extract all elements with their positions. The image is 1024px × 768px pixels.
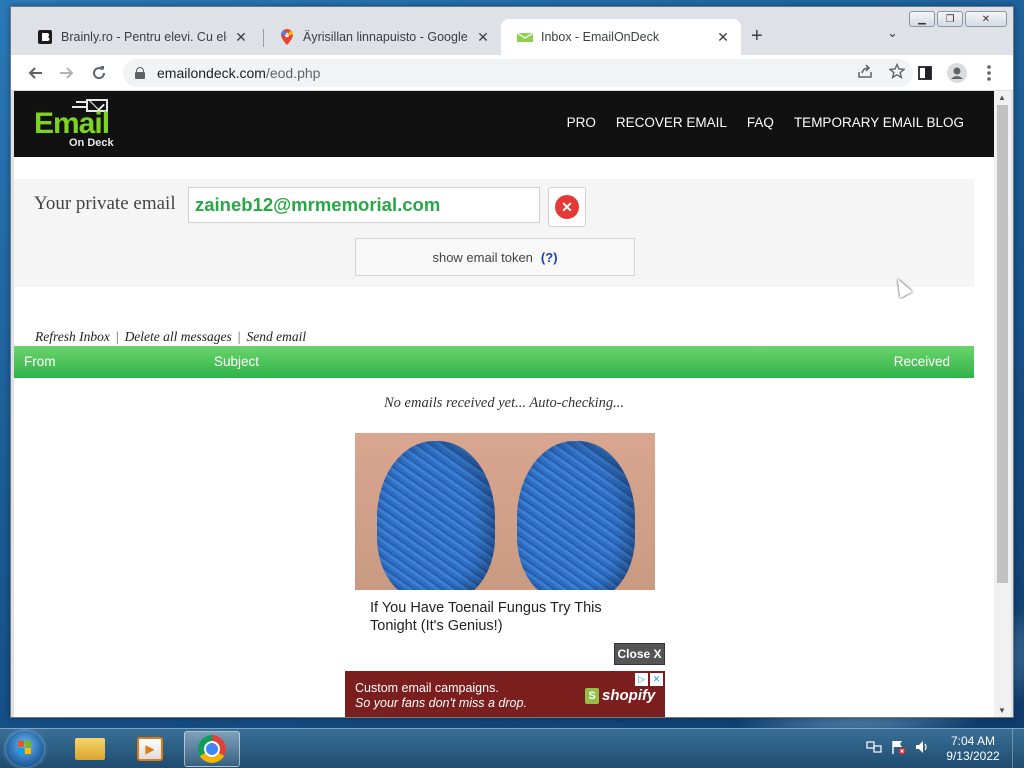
logo-email-text: Email [34, 107, 110, 140]
adchoices: ▷ ✕ [635, 673, 663, 686]
taskbar: ▶ 7:04 AM 9/13/2022 [0, 728, 1024, 768]
tab-google-maps[interactable]: Äyrisillan linnapuisto - Google Ma ✕ [263, 19, 501, 55]
logo-ondeck-text: On Deck [69, 137, 114, 149]
scroll-up-arrow-icon[interactable]: ▲ [998, 93, 1006, 102]
chrome-icon [198, 735, 226, 763]
url-host: emailondeck.com [157, 65, 266, 81]
taskbar-media-player[interactable]: ▶ [122, 731, 178, 767]
network-icon[interactable] [866, 739, 882, 758]
lock-icon [135, 67, 145, 79]
refresh-inbox-link[interactable]: Refresh Inbox [35, 329, 110, 345]
address-bar-actions [857, 62, 906, 83]
close-tab-icon[interactable]: ✕ [715, 29, 731, 45]
ad-image[interactable] [355, 433, 655, 590]
show-token-label: show email token [432, 249, 533, 265]
clock-time: 7:04 AM [950, 734, 996, 748]
side-panel-icon[interactable] [915, 63, 935, 83]
action-center-flag-icon[interactable] [890, 739, 906, 758]
adchoices-icon[interactable]: ▷ [635, 673, 648, 686]
close-circle-icon: ✕ [555, 195, 579, 219]
shopify-bag-icon: S [585, 687, 599, 704]
advertisement[interactable]: If You Have Toenail Fungus Try This Toni… [355, 433, 655, 663]
menu-kebab-icon[interactable] [979, 63, 999, 83]
site-nav: PRO RECOVER EMAIL FAQ TEMPORARY EMAIL BL… [567, 115, 964, 130]
google-maps-icon [279, 29, 295, 45]
taskbar-chrome[interactable] [184, 731, 240, 767]
banner-line-2: So your fans don't miss a drop. [355, 696, 527, 710]
media-player-icon: ▶ [137, 737, 163, 761]
back-arrow-icon[interactable] [25, 63, 45, 83]
send-email-link[interactable]: Send email [247, 329, 307, 345]
start-button[interactable] [6, 731, 44, 767]
site-header: Email On Deck PRO RECOVER EMAIL FAQ TEMP… [14, 91, 994, 157]
address-bar[interactable]: emailondeck.com/eod.php [123, 59, 913, 87]
nav-link-recover-email[interactable]: RECOVER EMAIL [616, 115, 727, 130]
show-token-button[interactable]: show email token (?) [355, 238, 635, 276]
banner-text: Custom email campaigns. So your fans don… [355, 681, 527, 711]
emailondeck-icon [517, 29, 533, 45]
page-viewport: Email On Deck PRO RECOVER EMAIL FAQ TEMP… [14, 91, 994, 717]
browser-window: Brainly.ro - Pentru elevi. Cu elevi. ✕ Ä… [10, 6, 1014, 718]
browser-toolbar: emailondeck.com/eod.php [11, 55, 1013, 91]
ad-headline[interactable]: If You Have Toenail Fungus Try This Toni… [370, 599, 640, 635]
bookmark-star-icon[interactable] [888, 62, 906, 83]
close-tab-icon[interactable]: ✕ [233, 29, 249, 45]
banner-ad[interactable]: Custom email campaigns. So your fans don… [345, 671, 665, 717]
close-tab-icon[interactable]: ✕ [475, 29, 491, 45]
site-logo[interactable]: Email On Deck [34, 99, 126, 149]
show-desktop-button[interactable] [1012, 729, 1024, 768]
window-controls: ▁ ❐ ✕ [909, 11, 1007, 27]
tab-title: Äyrisillan linnapuisto - Google Ma [303, 30, 469, 44]
volume-icon[interactable] [914, 739, 930, 758]
page-scrollbar[interactable]: ▲ ▼ [994, 91, 1011, 717]
tab-title: Brainly.ro - Pentru elevi. Cu elevi. [61, 30, 227, 44]
share-icon[interactable] [857, 63, 873, 83]
close-ad-button[interactable]: Close X [614, 643, 665, 665]
minimize-button[interactable]: ▁ [909, 11, 935, 27]
ad-image-toe [517, 441, 635, 590]
scroll-down-arrow-icon[interactable]: ▼ [998, 706, 1006, 715]
system-tray [866, 739, 930, 758]
ad-close-icon[interactable]: ✕ [650, 673, 663, 686]
profile-avatar-icon[interactable] [947, 63, 967, 83]
ad-image-toe [377, 441, 495, 590]
banner-line-1: Custom email campaigns. [355, 681, 499, 695]
token-help-link[interactable]: (?) [541, 250, 558, 265]
tab-emailondeck[interactable]: Inbox - EmailOnDeck ✕ [501, 19, 741, 55]
forward-arrow-icon[interactable] [57, 63, 77, 83]
private-email-label: Your private email [34, 193, 176, 214]
nav-link-faq[interactable]: FAQ [747, 115, 774, 130]
delete-all-link[interactable]: Delete all messages [125, 329, 232, 345]
clear-email-button[interactable]: ✕ [548, 187, 586, 227]
brainly-icon [37, 29, 53, 45]
tab-brainly[interactable]: Brainly.ro - Pentru elevi. Cu elevi. ✕ [21, 19, 259, 55]
shopify-logo: S shopify [585, 687, 655, 704]
column-subject: Subject [214, 354, 260, 369]
taskbar-file-explorer[interactable] [62, 731, 118, 767]
inbox-table-header: From Subject Received [14, 346, 974, 378]
nav-link-pro[interactable]: PRO [567, 115, 596, 130]
reload-icon[interactable] [89, 63, 109, 83]
url-path: /eod.php [265, 65, 321, 81]
action-separator: | [115, 329, 119, 344]
window-close-button[interactable]: ✕ [965, 11, 1007, 27]
nav-link-blog[interactable]: TEMPORARY EMAIL BLOG [794, 115, 964, 130]
empty-inbox-message: No emails received yet... Auto-checking.… [384, 395, 624, 411]
tab-strip: Brainly.ro - Pentru elevi. Cu elevi. ✕ Ä… [11, 7, 1013, 55]
column-received: Received [893, 354, 950, 369]
tab-search-chevron-icon[interactable]: ⌄ [887, 25, 898, 41]
inbox-actions: Refresh Inbox | Delete all messages | Se… [35, 329, 306, 345]
scroll-thumb[interactable] [997, 105, 1008, 583]
tab-title: Inbox - EmailOnDeck [541, 30, 660, 44]
folder-icon [75, 738, 105, 760]
private-email-field[interactable]: zaineb12@mrmemorial.com [188, 187, 540, 223]
new-tab-button[interactable]: + [751, 25, 763, 48]
action-separator: | [237, 329, 241, 344]
maximize-button[interactable]: ❐ [937, 11, 963, 27]
shopify-wordmark: shopify [602, 687, 656, 704]
private-email-panel: Your private email zaineb12@mrmemorial.c… [14, 179, 974, 287]
clock-date: 9/13/2022 [946, 749, 1000, 763]
taskbar-clock[interactable]: 7:04 AM 9/13/2022 [940, 734, 1006, 764]
column-from: From [24, 354, 56, 369]
